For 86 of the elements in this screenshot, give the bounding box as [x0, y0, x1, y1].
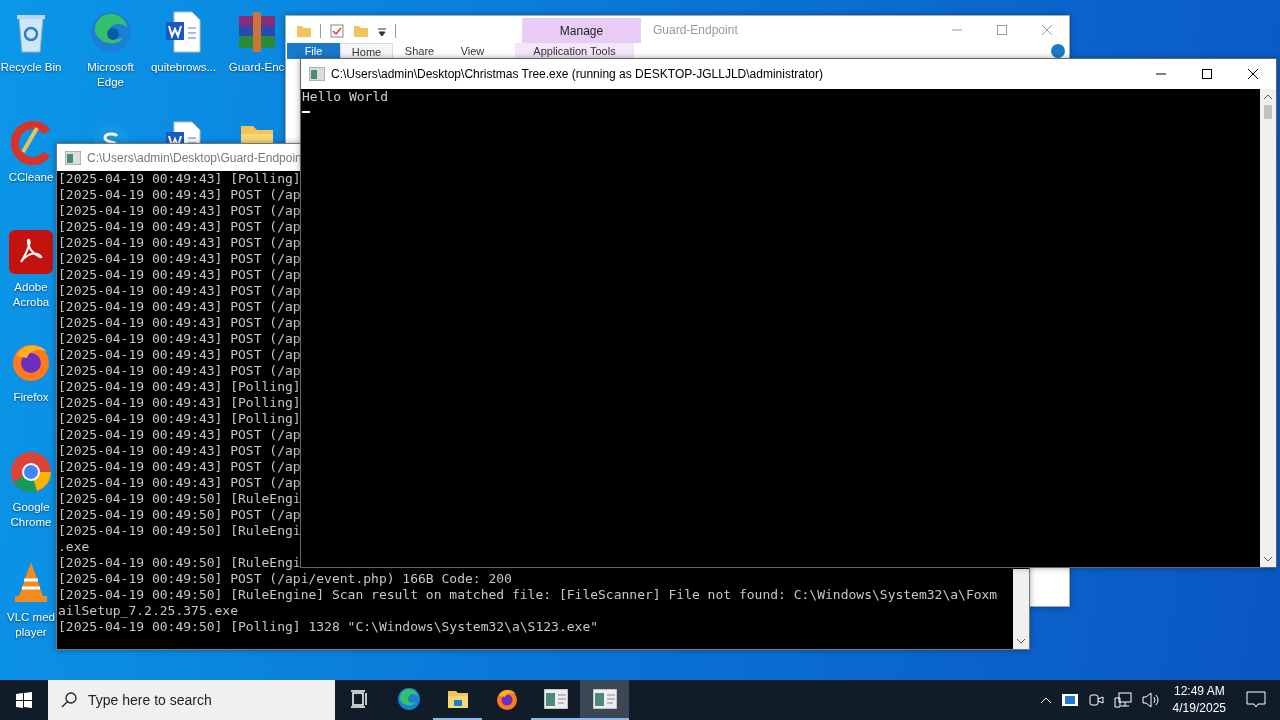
window-title: C:\Users\admin\Desktop\Christmas Tree.exe (running as DESKTOP-JGLLJLD\administrator)	[331, 67, 824, 81]
ribbon-tab[interactable]: File	[287, 43, 340, 59]
window-title: C:\Users\admin\Desktop\Guard-Endpoin	[87, 150, 302, 165]
network-icon[interactable]	[1113, 692, 1132, 708]
console-line: [2025-04-19 00:49:43] POST (/ap	[58, 363, 301, 379]
console-icon	[309, 67, 325, 81]
context-tab-group: Application Tools	[515, 43, 634, 59]
scroll-thumb[interactable]	[1264, 105, 1272, 119]
console-line: [2025-04-19 00:49:43] POST (/ap	[58, 267, 301, 283]
scroll-down-icon[interactable]	[1263, 556, 1273, 562]
scroll-up-icon[interactable]	[1263, 94, 1273, 100]
console-line: Hello World	[302, 89, 389, 105]
clock-date: 4/19/2025	[1172, 700, 1226, 717]
tray-app-icon[interactable]	[1061, 694, 1078, 706]
icon-label: Firefox	[13, 390, 49, 405]
console-line: [2025-04-19 00:49:43] [Polling]	[58, 379, 301, 395]
icon-label: player	[15, 625, 47, 640]
console-line: [2025-04-19 00:49:43] POST (/ap	[58, 219, 301, 235]
console-line: [2025-04-19 00:49:43] [Polling]	[58, 171, 301, 187]
search-field[interactable]: Type here to search	[48, 680, 335, 720]
console-line: [2025-04-19 00:49:43] POST (/ap	[58, 203, 301, 219]
console-line: [2025-04-19 00:49:43] POST (/ap	[58, 299, 301, 315]
close-icon	[1248, 69, 1258, 79]
icon-label: Chrome	[10, 515, 52, 530]
dropdown-icon[interactable]	[377, 27, 387, 37]
properties-icon[interactable]	[329, 23, 345, 39]
console-line: [2025-04-19 00:49:43] POST (/ap	[58, 251, 301, 267]
clock[interactable]: 12:49 AM 4/19/2025	[1172, 683, 1226, 717]
console-line: [2025-04-19 00:49:43] POST (/ap	[58, 235, 301, 251]
console-taskbar-button[interactable]	[580, 680, 629, 720]
console-line: [2025-04-19 00:49:43] POST (/ap	[58, 459, 301, 475]
console-line: [2025-04-19 00:49:43] POST (/ap	[58, 187, 301, 203]
console-line: [2025-04-19 00:49:50] [RuleEngi	[58, 491, 301, 507]
console-line: [2025-04-19 00:49:43] POST (/ap	[58, 283, 301, 299]
maximize-icon	[1202, 69, 1212, 79]
icon-label: Guard-Enc	[228, 60, 285, 75]
search-icon	[61, 692, 77, 708]
console-icon	[65, 150, 81, 165]
task-view-icon	[349, 689, 370, 709]
window-title: Guard-Endpoint	[653, 22, 738, 37]
scroll-down-icon[interactable]	[1016, 638, 1026, 644]
console-icon	[592, 689, 617, 709]
clock-time: 12:49 AM	[1173, 683, 1225, 700]
camera-icon[interactable]	[1087, 692, 1104, 708]
console-icon	[543, 689, 568, 709]
console-line: [2025-04-19 00:49:43] POST (/ap	[58, 315, 301, 331]
console-line: [2025-04-19 00:49:43] POST (/ap	[58, 475, 301, 491]
scrollbar[interactable]	[1013, 569, 1029, 649]
maximize-icon	[996, 24, 1007, 35]
chevron-up-icon[interactable]	[1039, 696, 1052, 704]
console-line: [2025-04-19 00:49:43] POST (/ap	[58, 427, 301, 443]
console-line: [2025-04-19 00:49:50] [Polling] 1328 "C:\Windows\System32\a\S123.exe"	[58, 619, 599, 635]
console-line: [2025-04-19 00:49:50] [RuleEngi	[58, 555, 301, 571]
console-line: [2025-04-19 00:49:43] [Polling]	[58, 411, 301, 427]
acrobat-icon[interactable]	[7, 228, 55, 276]
console-line: [2025-04-19 00:49:50] POST (/ap	[58, 507, 301, 523]
icon-label: VLC med	[7, 610, 55, 625]
console-line: [2025-04-19 00:49:43] POST (/ap	[58, 347, 301, 363]
notification-icon[interactable]	[1246, 691, 1266, 709]
icon-label: quitebrows...	[150, 60, 217, 75]
icon-label: Adobe	[14, 280, 48, 295]
console-line: [2025-04-19 00:49:43] POST (/ap	[58, 443, 301, 459]
icon-label: Google	[12, 500, 50, 515]
edge-icon	[396, 687, 421, 711]
context-tab[interactable]: Manage	[522, 18, 641, 43]
icon-label: Microsoft	[87, 60, 134, 75]
icon-label: Edge	[97, 75, 124, 90]
icon-label: CCleane	[8, 170, 54, 185]
icon-label: Acroba	[12, 295, 50, 310]
console-line: [2025-04-19 00:49:50] POST (/api/event.php) 166B Code: 200	[58, 571, 512, 587]
help-icon[interactable]	[1051, 44, 1065, 58]
scrollbar[interactable]	[1260, 89, 1276, 567]
close-icon	[1041, 24, 1052, 35]
ribbon-tab[interactable]: View	[446, 43, 499, 59]
console-line: .exe	[58, 539, 90, 555]
console-line: [2025-04-19 00:49:43] POST (/ap	[58, 331, 301, 347]
console-line: [2025-04-19 00:49:50] [RuleEngi	[58, 523, 301, 539]
console-line: ailSetup_7.2.25.375.exe	[58, 603, 238, 619]
console-line: [2025-04-19 00:49:50] [RuleEngine] Scan result on matched file: [FileScanner] File not found: C:\Windows\System32\a\Foxm	[58, 587, 998, 603]
text-cursor	[302, 111, 310, 113]
volume-icon[interactable]	[1141, 692, 1160, 708]
ribbon-tab[interactable]: Share	[393, 43, 446, 59]
windows-logo-icon	[16, 692, 32, 708]
icon-label: Recycle Bin	[0, 60, 62, 75]
console-line: [2025-04-19 00:49:43] [Polling]	[58, 395, 301, 411]
firefox-icon	[494, 687, 519, 711]
